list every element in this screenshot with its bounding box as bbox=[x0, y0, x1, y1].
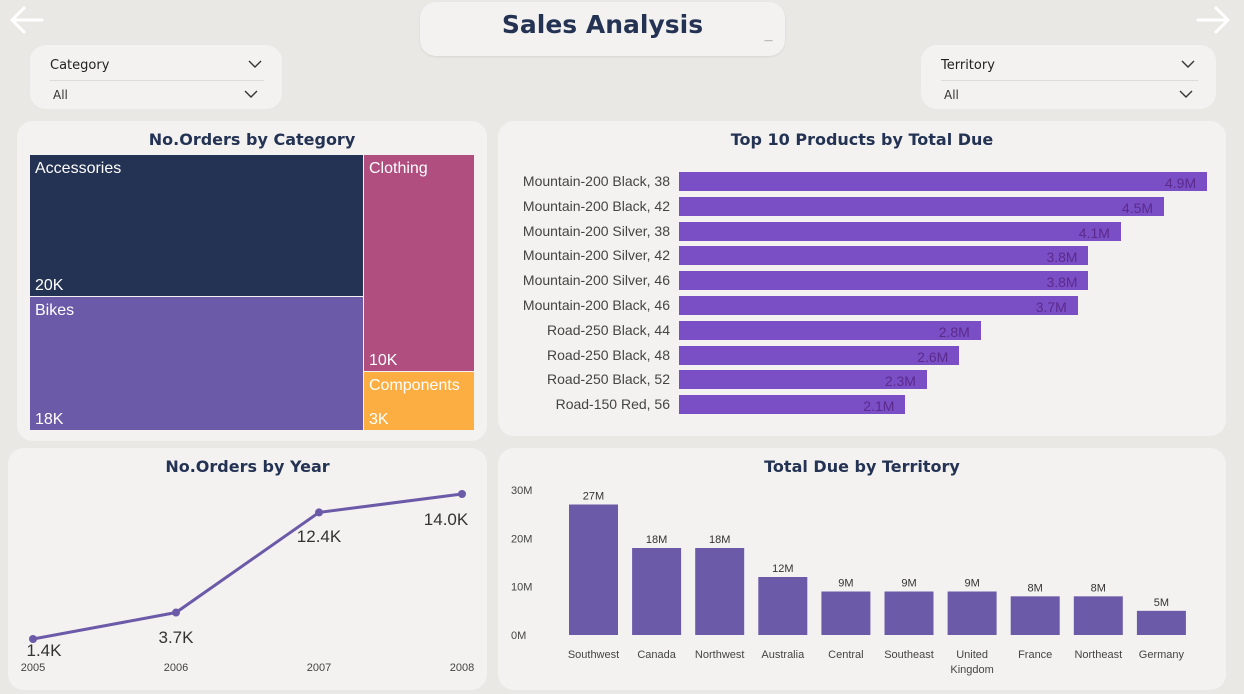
x-tick-label: 2007 bbox=[307, 662, 331, 674]
data-point[interactable] bbox=[458, 490, 466, 498]
territory-card: Total Due by Territory bbox=[498, 448, 1226, 690]
data-label: 1.4K bbox=[27, 641, 63, 660]
data-point[interactable] bbox=[172, 608, 180, 617]
x-tick-label: 2005 bbox=[21, 662, 45, 674]
x-tick-label: 2008 bbox=[450, 662, 474, 674]
territory-title: Total Due by Territory bbox=[764, 457, 960, 476]
orders-line bbox=[32, 492, 463, 641]
data-point[interactable] bbox=[315, 508, 323, 517]
data-label: 3.7K bbox=[159, 628, 195, 647]
data-label: 14.0K bbox=[424, 510, 469, 529]
x-tick-label: 2006 bbox=[164, 662, 188, 674]
data-label: 12.4K bbox=[297, 527, 342, 546]
